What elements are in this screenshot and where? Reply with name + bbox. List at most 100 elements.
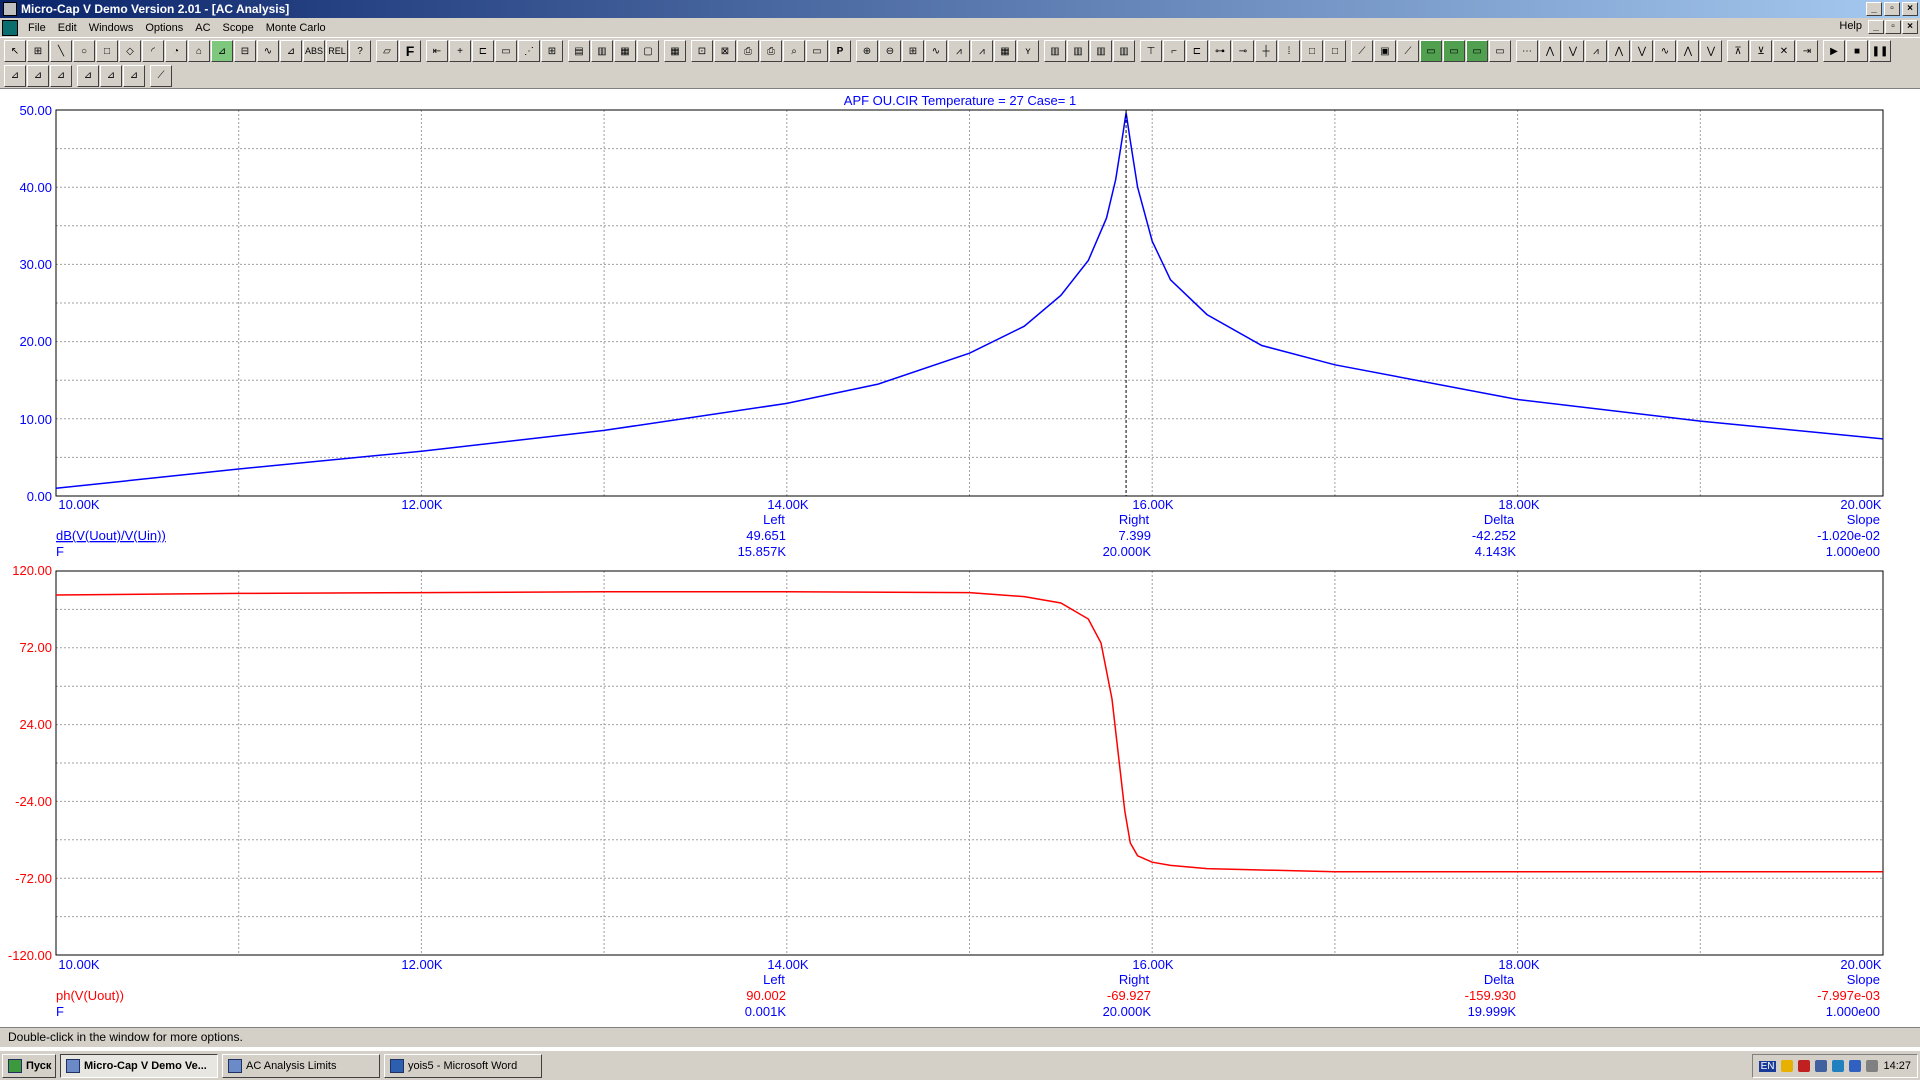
antivirus-icon[interactable] (1798, 1060, 1811, 1072)
start-button[interactable]: Пуск (2, 1053, 56, 1078)
wave-a-icon[interactable]: ⊿ (4, 64, 26, 87)
marker-icon[interactable]: ⊤ (1140, 40, 1162, 62)
marker6-icon[interactable]: ┼ (1255, 40, 1277, 62)
restore-button[interactable]: ▫ (1884, 2, 1900, 16)
tape-icon[interactable]: ▭ (806, 40, 828, 62)
document-icon[interactable] (2, 19, 18, 36)
frame-icon[interactable]: ▣ (1374, 40, 1396, 62)
wave-tool-icon[interactable]: ∿ (257, 40, 279, 62)
bars-icon[interactable]: ▥ (1044, 40, 1066, 62)
panel-green1-icon[interactable]: ▭ (1420, 40, 1442, 62)
rectangle-tool-icon[interactable]: □ (96, 40, 118, 62)
doc-minimize-button[interactable]: _ (1868, 20, 1884, 34)
peak-icon[interactable]: ⋀ (1539, 40, 1561, 62)
bars4-icon[interactable]: ▥ (1113, 40, 1135, 62)
marker4-icon[interactable]: ⊶ (1209, 40, 1231, 62)
wave-b-icon[interactable]: ⊿ (27, 64, 49, 87)
taskbar-item-microcap[interactable]: Micro-Cap V Demo Ve... (60, 1053, 218, 1078)
graph-tool-icon[interactable]: ⊿ (211, 40, 233, 62)
menu-scope[interactable]: Scope (217, 22, 260, 34)
wave-scale-icon[interactable]: ∿ (925, 40, 947, 62)
menu-edit[interactable]: Edit (52, 22, 83, 34)
zoom-out-icon[interactable]: ⊖ (879, 40, 901, 62)
menu-file[interactable]: File (22, 22, 52, 34)
language-indicator[interactable]: EN (1758, 1060, 1777, 1072)
preview-icon[interactable]: ⎙ (737, 40, 759, 62)
trace-name-gain[interactable]: dB(V(Uout)/V(Uin)) (56, 528, 166, 543)
shield-icon[interactable] (1781, 1060, 1794, 1072)
cursor-dots-icon[interactable]: ⋰ (518, 40, 540, 62)
scale-tool-icon[interactable]: ⊟ (234, 40, 256, 62)
bottom-icon[interactable]: ⊻ (1750, 40, 1772, 62)
select-arrow-icon[interactable]: ↖ (4, 40, 26, 62)
rel-button[interactable]: REL (326, 40, 348, 62)
stop-icon[interactable]: ■ (1846, 40, 1868, 62)
top-icon[interactable]: ⊼ (1727, 40, 1749, 62)
print-preview-icon[interactable]: ⌕ (783, 40, 805, 62)
line-tool-icon[interactable]: ╲ (50, 40, 72, 62)
doc-close-button[interactable]: × (1902, 20, 1918, 34)
cross-icon[interactable]: ✕ (1773, 40, 1795, 62)
wave-e-icon[interactable]: ⊿ (100, 64, 122, 87)
close-button[interactable]: × (1902, 2, 1918, 16)
menu-monte-carlo[interactable]: Monte Carlo (260, 22, 332, 34)
valley-icon[interactable]: ⋁ (1562, 40, 1584, 62)
monitor-icon[interactable] (1849, 1060, 1862, 1072)
peak-dots-icon[interactable]: ⋯ (1516, 40, 1538, 62)
marker7-icon[interactable]: ⁞ (1278, 40, 1300, 62)
marker5-icon[interactable]: ⊸ (1232, 40, 1254, 62)
plot-area[interactable]: APF OU.CIR Temperature = 27 Case= 1 50.0… (0, 90, 1920, 1025)
marker2-icon[interactable]: ⌐ (1163, 40, 1185, 62)
layout-three-icon[interactable]: ▦ (614, 40, 636, 62)
network-icon[interactable] (1815, 1060, 1828, 1072)
pie-tool-icon[interactable]: ◔ (165, 40, 187, 62)
panel-green3-icon[interactable]: ▭ (1466, 40, 1488, 62)
app-icon[interactable] (3, 2, 17, 16)
diag-icon[interactable]: ⟋ (1397, 40, 1419, 62)
wave-d-icon[interactable]: ⊿ (77, 64, 99, 87)
marker3-icon[interactable]: ⊏ (1186, 40, 1208, 62)
cursor-grid-icon[interactable]: ⊞ (541, 40, 563, 62)
cursor-plus-icon[interactable]: + (449, 40, 471, 62)
next-icon[interactable]: ⇥ (1796, 40, 1818, 62)
layout-four-icon[interactable]: ▢ (637, 40, 659, 62)
spectrum-icon[interactable]: ⩘ (948, 40, 970, 62)
wave-g-icon[interactable]: ⟋ (150, 64, 172, 87)
wave-f-icon[interactable]: ⊿ (123, 64, 145, 87)
polygon-tool-icon[interactable]: ⌂ (188, 40, 210, 62)
zoom-in-icon[interactable]: ⊕ (856, 40, 878, 62)
global-high-icon[interactable]: ⋀ (1677, 40, 1699, 62)
ydx-icon[interactable]: ʏ (1017, 40, 1039, 62)
marker8-icon[interactable]: □ (1301, 40, 1323, 62)
doc-restore-button[interactable]: ▫ (1885, 20, 1901, 34)
global-low-icon[interactable]: ⋁ (1700, 40, 1722, 62)
cursor-tag-icon[interactable]: ⊏ (472, 40, 494, 62)
run-icon[interactable]: ▶ (1823, 40, 1845, 62)
wave-c-icon[interactable]: ⊿ (50, 64, 72, 87)
ellipse-tool-icon[interactable]: ○ (73, 40, 95, 62)
cursor-box-icon[interactable]: ▭ (495, 40, 517, 62)
p-button[interactable]: P (829, 40, 851, 62)
low-icon[interactable]: ⋁ (1631, 40, 1653, 62)
layout-one-icon[interactable]: ▤ (568, 40, 590, 62)
high-icon[interactable]: ⋀ (1608, 40, 1630, 62)
crop-icon[interactable]: ⊠ (714, 40, 736, 62)
slope-icon[interactable]: ⟋ (1351, 40, 1373, 62)
taskbar-item-ac-limits[interactable]: AC Analysis Limits (222, 1053, 380, 1078)
trace-name-phase[interactable]: ph(V(Uout)) (56, 988, 124, 1003)
panel-green2-icon[interactable]: ▭ (1443, 40, 1465, 62)
bars3-icon[interactable]: ▥ (1090, 40, 1112, 62)
security-icon[interactable] (1832, 1060, 1845, 1072)
ruler-tool-icon[interactable]: ⊿ (280, 40, 302, 62)
analysis-plots[interactable]: APF OU.CIR Temperature = 27 Case= 1 50.0… (0, 90, 1920, 1025)
abs-button[interactable]: ABS (303, 40, 325, 62)
menu-windows[interactable]: Windows (83, 22, 140, 34)
taskbar-item-word[interactable]: yois5 - Microsoft Word (384, 1053, 542, 1078)
help-button[interactable]: ? (349, 40, 371, 62)
inflection-icon[interactable]: ∿ (1654, 40, 1676, 62)
menu-ac[interactable]: AC (189, 22, 216, 34)
grid-icon[interactable]: ▦ (664, 40, 686, 62)
pause-icon[interactable]: ❚❚ (1869, 40, 1891, 62)
table-icon[interactable]: ▦ (994, 40, 1016, 62)
arc-tool-icon[interactable]: ◜ (142, 40, 164, 62)
